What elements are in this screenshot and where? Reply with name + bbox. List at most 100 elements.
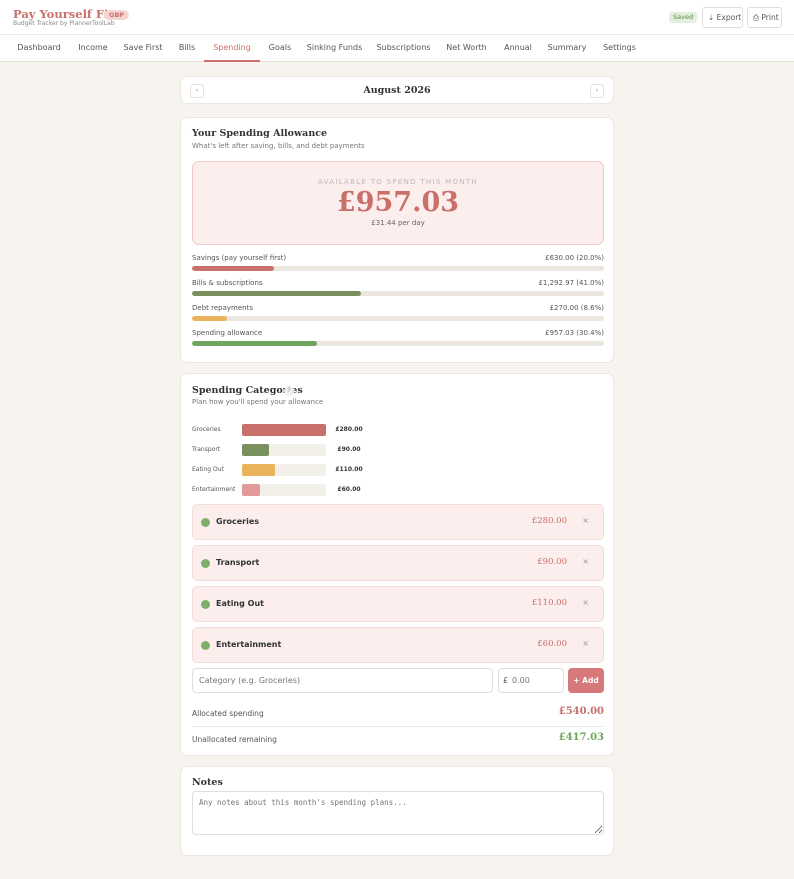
unallocated-remaining-row: Unallocated remaining £417.03	[192, 726, 604, 752]
category-status-dot	[201, 600, 210, 609]
category-bar-fill	[242, 464, 275, 476]
add-category-button[interactable]: + Add	[568, 668, 604, 693]
unallocated-label: Unallocated remaining	[192, 735, 277, 744]
category-bar-value: £280.00	[335, 426, 363, 433]
currency-badge: GBP	[104, 10, 130, 20]
category-amount[interactable]: £60.00	[537, 639, 567, 649]
help-icon[interactable]: ?	[284, 386, 294, 396]
category-bar-row: Eating Out £110.00	[192, 464, 604, 476]
category-name: Entertainment	[216, 640, 282, 649]
tab-net-worth[interactable]: Net Worth	[441, 35, 492, 62]
category-item-transport: Transport £90.00 ×	[192, 545, 604, 581]
remove-category-button[interactable]: ×	[582, 639, 589, 648]
category-bar-value: £60.00	[337, 486, 361, 493]
tab-bills[interactable]: Bills	[173, 35, 201, 62]
allocated-value: £540.00	[558, 706, 604, 717]
saved-status-badge: Saved	[669, 12, 698, 23]
category-bar-track	[242, 424, 326, 436]
allocation-track	[192, 341, 604, 346]
category-amount[interactable]: £110.00	[532, 598, 567, 608]
category-bar-label: Eating Out	[192, 466, 224, 473]
category-name: Eating Out	[216, 599, 264, 608]
allocation-value: £630.00 (20.0%)	[545, 254, 604, 262]
tab-save-first[interactable]: Save First	[119, 35, 167, 62]
category-name: Transport	[216, 558, 260, 567]
available-to-spend-panel: AVAILABLE TO SPEND THIS MONTH £957.03 £3…	[192, 161, 604, 245]
tab-subscriptions[interactable]: Subscriptions	[371, 35, 436, 62]
category-bar-fill	[242, 424, 326, 436]
notes-title: Notes	[192, 777, 223, 788]
category-bar-fill	[242, 444, 269, 456]
allocation-value: £957.03 (30.4%)	[545, 329, 604, 337]
tab-annual[interactable]: Annual	[498, 35, 538, 62]
category-amount-input[interactable]	[498, 668, 564, 693]
daily-amount: £31.44 per day	[371, 219, 425, 227]
category-bar-row: Transport £90.00	[192, 444, 604, 456]
category-amount[interactable]: £90.00	[537, 557, 567, 567]
allocation-value: £270.00 (8.6%)	[549, 304, 604, 312]
notes-textarea[interactable]	[192, 791, 604, 835]
allocation-track	[192, 291, 604, 296]
month-selector: ‹ August 2026 ›	[180, 76, 614, 104]
tab-summary[interactable]: Summary	[543, 35, 591, 62]
tab-income[interactable]: Income	[72, 35, 114, 62]
categories-subtitle: Plan how you'll spend your allowance	[192, 398, 324, 406]
category-amount[interactable]: £280.00	[532, 516, 567, 526]
allocation-label: Savings (pay yourself first)	[192, 254, 287, 262]
category-item-groceries: Groceries £280.00 ×	[192, 504, 604, 540]
tab-spending[interactable]: Spending	[204, 35, 260, 62]
category-name: Groceries	[216, 517, 260, 526]
allocated-spending-row: Allocated spending £540.00	[192, 700, 604, 726]
allocation-label: Bills & subscriptions	[192, 279, 263, 287]
allocation-row-savings: Savings (pay yourself first) £630.00 (20…	[192, 254, 604, 276]
brand-subtitle: Budget Tracker by PlannerToolLab	[13, 20, 115, 27]
category-bar-value: £110.00	[335, 466, 363, 473]
allocation-fill	[192, 316, 228, 321]
print-button[interactable]: ⎙ Print	[747, 7, 782, 28]
allocation-value: £1,292.97 (41.0%)	[538, 279, 604, 287]
category-bar-fill	[242, 484, 260, 496]
category-name-input[interactable]	[192, 668, 493, 693]
allocation-fill	[192, 266, 275, 271]
allocation-row-debt: Debt repayments £270.00 (8.6%)	[192, 304, 604, 326]
top-bar: Pay Yourself First GBP Budget Tracker by…	[0, 0, 794, 34]
allocation-row-spending: Spending allowance £957.03 (30.4%)	[192, 329, 604, 351]
tab-sinking-funds[interactable]: Sinking Funds	[303, 35, 366, 62]
category-item-entertainment: Entertainment £60.00 ×	[192, 627, 604, 663]
category-status-dot	[201, 641, 210, 650]
available-label: AVAILABLE TO SPEND THIS MONTH	[318, 178, 478, 186]
category-bar-track	[242, 484, 326, 496]
spending-allowance-card: Your Spending Allowance What's left afte…	[180, 117, 614, 363]
spending-categories-card: Spending Categories ? Plan how you'll sp…	[180, 373, 614, 756]
tab-settings[interactable]: Settings	[597, 35, 642, 62]
category-bar-track	[242, 464, 326, 476]
export-button[interactable]: ⇣ Export	[702, 7, 743, 28]
remove-category-button[interactable]: ×	[582, 557, 589, 566]
next-month-button[interactable]: ›	[590, 84, 604, 98]
category-status-dot	[201, 559, 210, 568]
tab-goals[interactable]: Goals	[263, 35, 297, 62]
category-bar-value: £90.00	[337, 446, 361, 453]
unallocated-value: £417.03	[558, 732, 604, 743]
category-item-eating-out: Eating Out £110.00 ×	[192, 586, 604, 622]
main-nav: Dashboard Income Save First Bills Spendi…	[0, 34, 794, 62]
allowance-subtitle: What's left after saving, bills, and deb…	[192, 142, 365, 150]
category-bar-label: Groceries	[192, 426, 221, 433]
month-title: August 2026	[363, 85, 431, 96]
remove-category-button[interactable]: ×	[582, 598, 589, 607]
allocation-row-bills: Bills & subscriptions £1,292.97 (41.0%)	[192, 279, 604, 301]
allocation-track	[192, 266, 604, 271]
category-bar-row: Entertainment £60.00	[192, 484, 604, 496]
category-status-dot	[201, 518, 210, 527]
remove-category-button[interactable]: ×	[582, 516, 589, 525]
allocated-label: Allocated spending	[192, 709, 264, 718]
available-amount: £957.03	[336, 187, 460, 218]
allocation-fill	[192, 341, 318, 346]
category-bar-track	[242, 444, 326, 456]
category-bar-label: Transport	[192, 446, 221, 453]
allocation-track	[192, 316, 604, 321]
allocation-fill	[192, 291, 361, 296]
allowance-title: Your Spending Allowance	[192, 128, 328, 139]
tab-dashboard[interactable]: Dashboard	[10, 35, 68, 62]
category-bar-row: Groceries £280.00	[192, 424, 604, 436]
